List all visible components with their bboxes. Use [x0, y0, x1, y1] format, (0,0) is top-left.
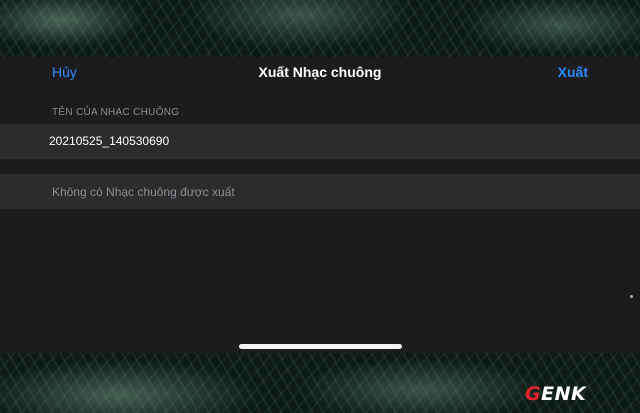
ringtone-name-field[interactable]	[49, 134, 449, 148]
genk-logo-g: G	[525, 383, 542, 405]
ringtone-name-cell[interactable]	[0, 124, 640, 159]
scroll-indicator	[630, 295, 633, 298]
export-button[interactable]: Xuất	[558, 64, 588, 80]
genk-logo: GENK	[525, 383, 586, 405]
ringtone-name-section-header: TÊN CỦA NHẠC CHUÔNG	[52, 107, 180, 118]
navigation-bar: Hủy Xuất Nhạc chuông Xuất	[0, 57, 640, 87]
exported-ringtones-cell: Không có Nhạc chuông được xuất	[0, 174, 640, 209]
export-ringtone-sheet: Hủy Xuất Nhạc chuông Xuất TÊN CỦA NHẠC C…	[0, 57, 640, 353]
home-indicator[interactable]	[239, 344, 402, 349]
no-ringtone-exported-label: Không có Nhạc chuông được xuất	[52, 185, 235, 199]
genk-logo-rest: ENK	[541, 383, 587, 405]
sheet-title: Xuất Nhạc chuông	[258, 64, 382, 80]
